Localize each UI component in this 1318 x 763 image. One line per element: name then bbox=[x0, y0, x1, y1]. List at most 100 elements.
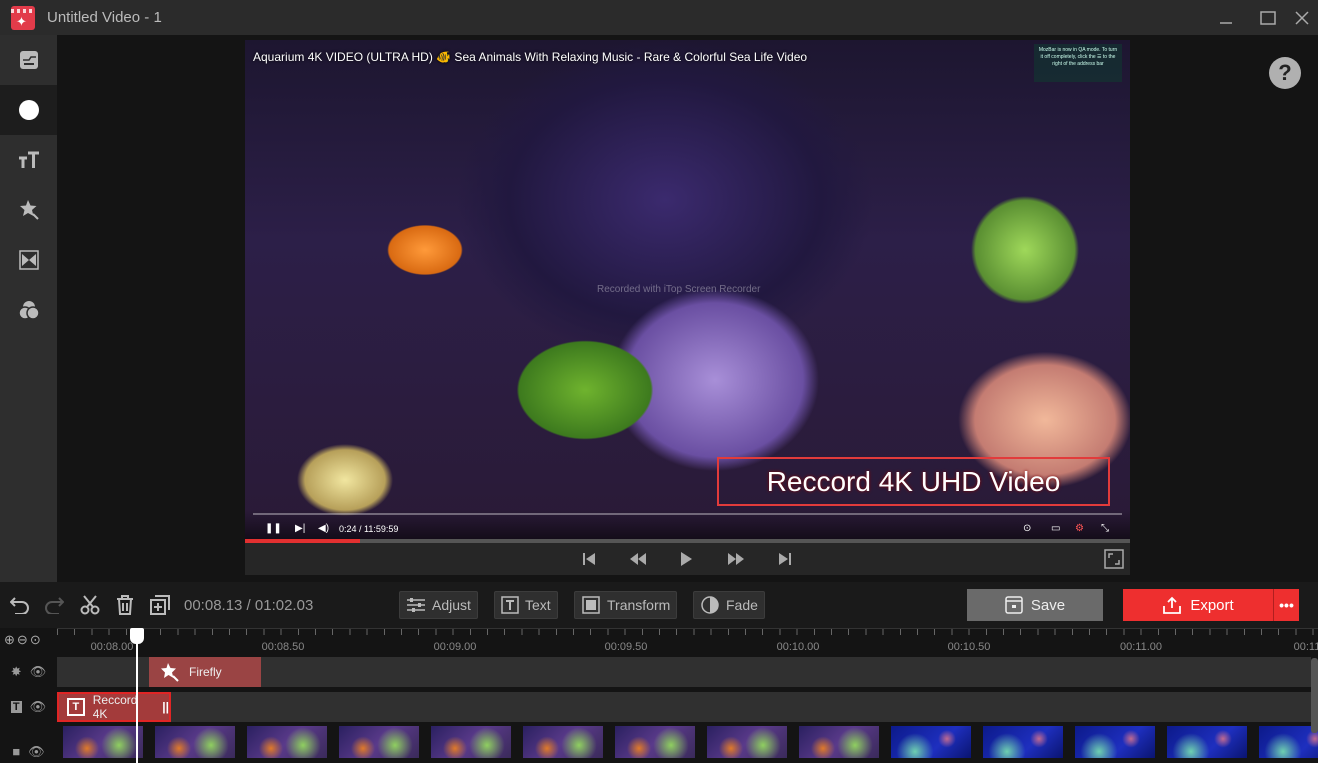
playhead-handle[interactable] bbox=[130, 628, 144, 644]
eye-icon[interactable]: 👁 bbox=[30, 664, 47, 680]
fullscreen-icon bbox=[1104, 549, 1124, 569]
zoom-out-icon[interactable]: ⊖ bbox=[17, 632, 28, 648]
zoom-controls: ⊕ ⊖ ⊙ bbox=[4, 632, 41, 648]
zoom-fit-icon[interactable]: ⊙ bbox=[30, 632, 41, 648]
effect-track-icon: ✸ bbox=[10, 664, 22, 679]
pause-icon: ❚❚ bbox=[265, 523, 282, 534]
split-button[interactable] bbox=[78, 594, 102, 616]
timeline-scrollbar[interactable] bbox=[1311, 658, 1318, 733]
redo-button[interactable] bbox=[42, 594, 66, 616]
rewind-icon bbox=[630, 553, 646, 565]
effect-clip-firefly[interactable]: Firefly bbox=[149, 657, 261, 687]
skip-end-icon bbox=[779, 553, 791, 565]
video-track[interactable] bbox=[57, 726, 1318, 763]
play-button[interactable] bbox=[674, 549, 698, 569]
export-label: Export bbox=[1190, 596, 1234, 614]
save-icon bbox=[1005, 596, 1023, 614]
tick-label: 00:08.50 bbox=[261, 641, 305, 653]
minimize-icon bbox=[1220, 21, 1232, 24]
export-more-button[interactable]: ••• bbox=[1273, 589, 1299, 621]
effect-track-header: ✸ 👁 bbox=[0, 657, 57, 687]
tick-label: 00:11 bbox=[1293, 641, 1318, 653]
transform-icon bbox=[582, 596, 600, 614]
tick-label: 00:09.00 bbox=[433, 641, 477, 653]
sidebar-item-effects[interactable] bbox=[0, 85, 57, 135]
embedded-player-bar: ❚❚ ▶| ◀) 0:24 / 11:59:59 ⊙ ▭ ⚙ ⤡ bbox=[245, 510, 1130, 540]
circle-icon bbox=[18, 100, 39, 120]
save-button[interactable]: Save bbox=[967, 589, 1103, 621]
save-label: Save bbox=[1030, 596, 1066, 614]
export-button[interactable]: Export bbox=[1123, 589, 1273, 621]
redo-icon bbox=[45, 597, 64, 614]
video-thumbnail bbox=[523, 726, 603, 758]
trim-handle[interactable]: || bbox=[162, 700, 169, 714]
trash-icon bbox=[117, 595, 133, 615]
duplicate-icon bbox=[150, 595, 170, 615]
app-logo: ✦ bbox=[11, 5, 35, 30]
zoom-in-icon[interactable]: ⊕ bbox=[4, 632, 15, 648]
text-clip-label: Reccord 4K bbox=[92, 693, 138, 721]
skip-to-start-button[interactable] bbox=[577, 549, 601, 569]
fast-forward-icon bbox=[728, 553, 744, 565]
sidebar-item-media[interactable] bbox=[0, 35, 57, 85]
fade-button[interactable]: Fade bbox=[693, 591, 765, 619]
timeline: ⊕ ⊖ ⊙ 00:08.00 00:08.50 00:09.00 00:09.50 00… bbox=[0, 628, 1318, 763]
video-thumbnail bbox=[707, 726, 787, 758]
sidebar-item-transitions[interactable] bbox=[0, 235, 57, 285]
close-button[interactable] bbox=[1284, 0, 1318, 35]
video-thumbnail bbox=[1259, 726, 1318, 758]
duplicate-button[interactable] bbox=[148, 594, 172, 616]
minimize-button[interactable] bbox=[1208, 0, 1244, 35]
scissors-icon bbox=[80, 595, 100, 615]
undo-icon bbox=[10, 597, 29, 614]
time-ruler[interactable]: 00:08.00 00:08.50 00:09.00 00:09.50 00:10.00… bbox=[57, 628, 1318, 656]
rewind-button[interactable] bbox=[626, 549, 650, 569]
effect-track[interactable]: Firefly bbox=[57, 657, 1311, 687]
media-icon bbox=[19, 51, 38, 69]
captions-icon: ▭ bbox=[1051, 523, 1061, 534]
help-button[interactable]: ? bbox=[1269, 57, 1301, 89]
video-thumbnail bbox=[1075, 726, 1155, 758]
tick-label: 00:10.00 bbox=[776, 641, 820, 653]
text-box-icon bbox=[501, 596, 519, 614]
maximize-button[interactable] bbox=[1250, 0, 1286, 35]
text-clip[interactable]: T Reccord 4K || bbox=[57, 692, 171, 722]
autoplay-toggle-icon: ⊙ bbox=[1023, 523, 1032, 534]
sidebar-item-stickers[interactable] bbox=[0, 185, 57, 235]
title-bar: ✦ Untitled Video - 1 bbox=[0, 0, 1318, 35]
timecode: 00:08.13 / 01:02.03 bbox=[184, 597, 314, 614]
text-track-icon: T bbox=[10, 701, 22, 713]
undo-button[interactable] bbox=[8, 594, 32, 616]
video-thumbnail bbox=[339, 726, 419, 758]
video-preview[interactable]: Aquarium 4K VIDEO (ULTRA HD) 🐠 Sea Anima… bbox=[245, 40, 1130, 540]
text-track[interactable]: T Reccord 4K || bbox=[57, 692, 1311, 722]
eye-icon[interactable]: 👁 bbox=[30, 699, 47, 715]
caption-overlay[interactable]: Reccord 4K UHD Video bbox=[717, 457, 1110, 506]
video-thumbnail bbox=[155, 726, 235, 758]
transform-button[interactable]: Transform bbox=[574, 591, 678, 619]
fast-forward-button[interactable] bbox=[724, 549, 748, 569]
tick-label: 00:10.50 bbox=[947, 641, 991, 653]
fullscreen-button[interactable] bbox=[1102, 549, 1126, 569]
tick-label: 00:11.00 bbox=[1119, 641, 1163, 653]
text-track-header: T 👁 bbox=[0, 692, 57, 722]
exit-fullscreen-icon: ⤡ bbox=[1101, 523, 1109, 534]
fade-icon bbox=[701, 596, 719, 614]
skip-to-end-button[interactable] bbox=[773, 549, 797, 569]
text-button[interactable]: Text bbox=[494, 591, 558, 619]
eye-icon[interactable]: 👁 bbox=[28, 744, 45, 760]
mozbar-notification: MozBar is now in QA mode. To turn it off… bbox=[1034, 44, 1122, 82]
sidebar-item-filters[interactable] bbox=[0, 285, 57, 335]
skip-start-icon bbox=[583, 553, 595, 565]
sidebar bbox=[0, 35, 57, 582]
magic-star-icon bbox=[19, 200, 39, 220]
delete-button[interactable] bbox=[113, 594, 137, 616]
embedded-time: 0:24 / 11:59:59 bbox=[339, 524, 399, 534]
volume-icon: ◀) bbox=[318, 523, 330, 534]
effect-clip-label: Firefly bbox=[189, 665, 222, 679]
upload-icon bbox=[1163, 596, 1182, 614]
playhead-line bbox=[136, 628, 138, 763]
sidebar-item-text[interactable] bbox=[0, 135, 57, 185]
adjust-button[interactable]: Adjust bbox=[399, 591, 478, 619]
caption-text: Reccord 4K UHD Video bbox=[766, 465, 1061, 497]
